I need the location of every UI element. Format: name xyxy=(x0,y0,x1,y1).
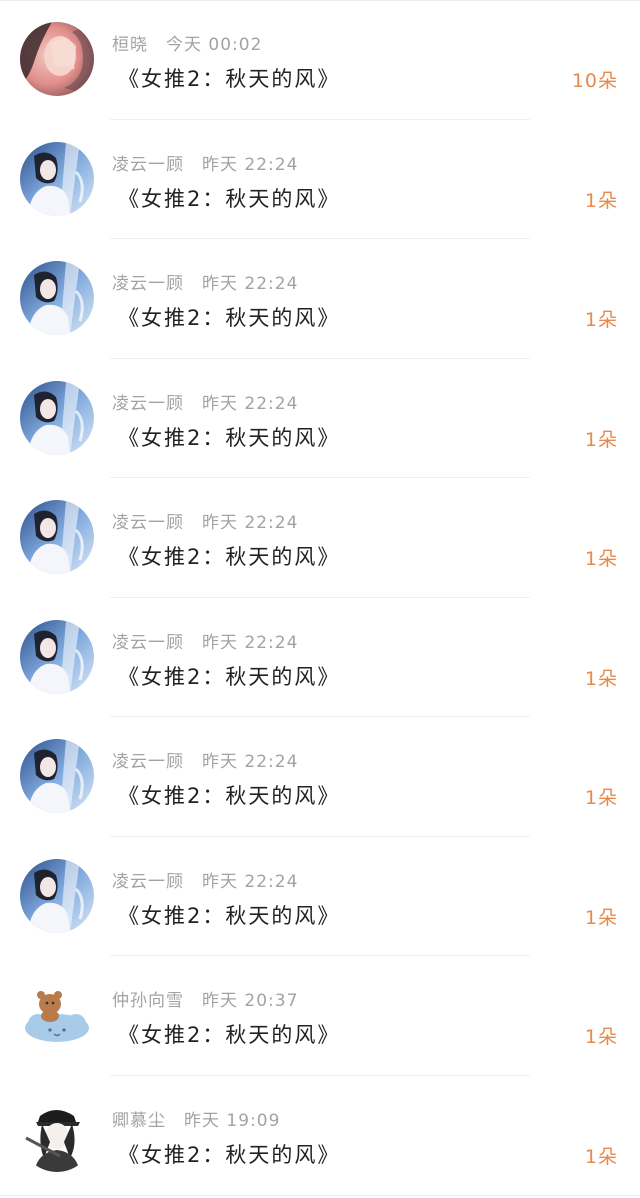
list-item[interactable]: 桓晓 今天 00:02 《女推2：秋天的风》 10朵 xyxy=(0,0,640,120)
book-title[interactable]: 《女推2：秋天的风》 xyxy=(118,302,340,332)
timestamp: 昨天 19:09 xyxy=(184,1110,281,1131)
username[interactable]: 凌云一顾 xyxy=(112,513,184,533)
girl-hiding-face-avatar[interactable] xyxy=(20,22,94,96)
anime-girl-sky-avatar[interactable] xyxy=(20,261,94,335)
svg-text:~: ~ xyxy=(26,1105,31,1112)
list-item[interactable]: 凌云一顾 昨天 22:24 《女推2：秋天的风》 1朵 xyxy=(0,359,640,478)
username[interactable]: 凌云一顾 xyxy=(112,633,184,653)
timestamp: 昨天 22:24 xyxy=(202,154,299,175)
item-meta: 凌云一顾 昨天 22:24 xyxy=(112,389,299,414)
list-item[interactable]: 凌云一顾 昨天 22:24 《女推2：秋天的风》 1朵 xyxy=(0,239,640,359)
flower-count: 1朵 xyxy=(584,189,618,212)
book-title[interactable]: 《女推2：秋天的风》 xyxy=(118,900,340,930)
item-meta: 凌云一顾 昨天 22:24 xyxy=(112,628,299,653)
list-item[interactable]: 凌云一顾 昨天 22:24 《女推2：秋天的风》 1朵 xyxy=(0,120,640,239)
book-title[interactable]: 《女推2：秋天的风》 xyxy=(118,541,340,571)
flower-count: 1朵 xyxy=(584,309,618,331)
username[interactable]: 凌云一顾 xyxy=(112,752,184,772)
gift-record-list: 桓晓 今天 00:02 《女推2：秋天的风》 10朵 凌云一顾 昨天 22:24 《… xyxy=(0,0,640,1195)
timestamp: 昨天 22:24 xyxy=(202,632,299,653)
username[interactable]: 桓晓 xyxy=(112,35,148,55)
flower-count: 10朵 xyxy=(571,70,618,92)
username[interactable]: 仲孙向雪 xyxy=(112,991,184,1011)
timestamp: 昨天 22:24 xyxy=(202,752,299,772)
flower-count: 1朵 xyxy=(584,1145,618,1168)
timestamp: 今天 00:02 xyxy=(166,35,263,55)
book-title[interactable]: 《女推2：秋天的风》 xyxy=(118,422,340,452)
item-meta: 凌云一顾 昨天 22:24 xyxy=(112,867,299,892)
timestamp: 昨天 20:37 xyxy=(202,991,299,1011)
flower-count: 1朵 xyxy=(584,548,618,570)
book-title[interactable]: 《女推2：秋天的风》 xyxy=(118,780,340,810)
anime-girl-sky-avatar[interactable] xyxy=(20,380,94,455)
timestamp: 昨天 22:24 xyxy=(202,393,299,414)
list-item[interactable]: 仲孙向雪 昨天 20:37 《女推2：秋天的风》 1朵 xyxy=(0,956,640,1076)
bear-on-cloud-avatar[interactable] xyxy=(20,978,94,1052)
book-title[interactable]: 《女推2：秋天的风》 xyxy=(118,1139,340,1169)
list-item[interactable]: 凌云一顾 昨天 22:24 《女推2：秋天的风》 1朵 xyxy=(0,598,640,717)
item-meta: 仲孙向雪 昨天 20:37 xyxy=(112,986,299,1011)
list-item[interactable]: 凌云一顾 昨天 22:24 《女推2：秋天的风》 1朵 xyxy=(0,717,640,837)
bottom-divider xyxy=(0,1195,640,1196)
flower-count: 1朵 xyxy=(584,428,618,451)
username[interactable]: 卿慕尘 xyxy=(112,1111,166,1131)
item-meta: 卿慕尘 昨天 19:09 xyxy=(112,1106,281,1131)
item-meta: 凌云一顾 昨天 22:24 xyxy=(112,269,299,294)
anime-girl-sky-avatar[interactable] xyxy=(20,619,94,694)
timestamp: 昨天 22:24 xyxy=(202,871,299,892)
list-item[interactable]: 凌云一顾 昨天 22:24 《女推2：秋天的风》 1朵 xyxy=(0,478,640,598)
flower-count: 1朵 xyxy=(584,1026,618,1048)
anime-girl-sky-avatar[interactable] xyxy=(20,858,94,933)
flower-count: 1朵 xyxy=(584,906,618,929)
timestamp: 昨天 22:24 xyxy=(202,274,299,294)
flower-count: 1朵 xyxy=(584,787,618,809)
item-meta: 凌云一顾 昨天 22:24 xyxy=(112,747,299,772)
book-title[interactable]: 《女推2：秋天的风》 xyxy=(118,1019,340,1049)
anime-girl-sky-avatar[interactable] xyxy=(20,141,94,216)
item-meta: 凌云一顾 昨天 22:24 xyxy=(112,508,299,533)
username[interactable]: 凌云一顾 xyxy=(112,274,184,294)
flower-count: 1朵 xyxy=(584,667,618,690)
username[interactable]: 凌云一顾 xyxy=(112,155,184,175)
username[interactable]: 凌云一顾 xyxy=(112,394,184,414)
sketch-girl-cap-avatar[interactable]: ~ xyxy=(20,1097,94,1172)
book-title[interactable]: 《女推2：秋天的风》 xyxy=(118,183,340,213)
username[interactable]: 凌云一顾 xyxy=(112,872,184,892)
timestamp: 昨天 22:24 xyxy=(202,513,299,533)
item-meta: 桓晓 今天 00:02 xyxy=(112,30,263,55)
item-meta: 凌云一顾 昨天 22:24 xyxy=(112,150,299,175)
anime-girl-sky-avatar[interactable] xyxy=(20,739,94,813)
book-title[interactable]: 《女推2：秋天的风》 xyxy=(118,63,340,93)
list-item[interactable]: 凌云一顾 昨天 22:24 《女推2：秋天的风》 1朵 xyxy=(0,837,640,956)
list-item[interactable]: ~ 卿慕尘 昨天 19:09 《女推2：秋天的风》 1朵 xyxy=(0,1076,640,1196)
book-title[interactable]: 《女推2：秋天的风》 xyxy=(118,661,340,691)
anime-girl-sky-avatar[interactable] xyxy=(20,500,94,574)
